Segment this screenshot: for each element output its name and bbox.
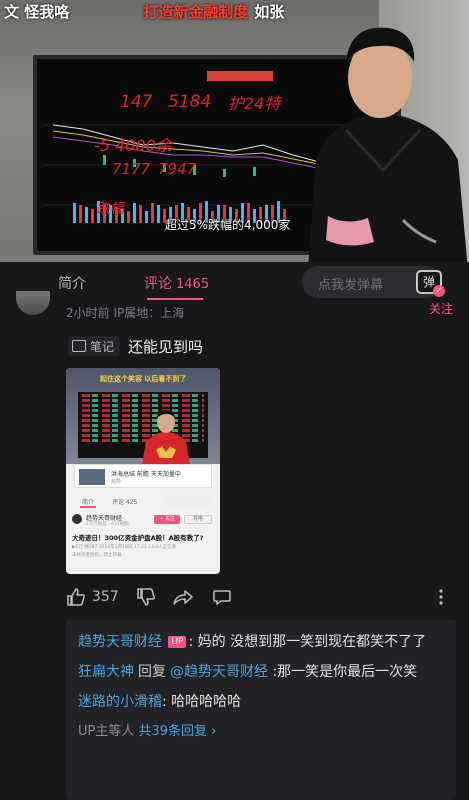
reply-username[interactable]: 趋势天哥财经: [78, 634, 162, 650]
monitor-titlebar: [207, 71, 273, 81]
reply-text: : 妈的 没想到那一笑到现在都笑不了了: [188, 634, 427, 650]
view-more-replies[interactable]: UP主等人 共39条回复 ›: [78, 720, 444, 739]
danmu-toggle-button[interactable]: 弹 ✓: [416, 270, 445, 297]
video-subtitle: 超过5%跌幅的4,000家: [165, 218, 291, 232]
note-tag[interactable]: 笔记: [68, 336, 121, 356]
overlay-title: 打造新金融制度: [143, 2, 249, 21]
reply-username[interactable]: 狂扁大神: [78, 664, 134, 680]
comment-text: 还能见到吗: [128, 338, 204, 356]
like-button[interactable]: 357: [66, 586, 119, 608]
active-tab-indicator: [147, 298, 203, 300]
handwriting-4: -5 4000余: [94, 136, 172, 155]
note-icon: [72, 340, 86, 352]
tab-comments[interactable]: 评论 1465: [144, 273, 209, 293]
reply-text: : 哈哈哈哈哈: [162, 694, 242, 710]
reply-text: :那一笑是你最后一次笑: [268, 664, 418, 680]
reply-button[interactable]: [212, 586, 232, 608]
handwriting-5: 7177: [112, 160, 151, 178]
chevron-right-icon: ›: [211, 724, 217, 739]
up-badge: UP: [168, 636, 187, 648]
check-icon: ✓: [433, 285, 445, 297]
note-tag-label: 笔记: [90, 339, 115, 354]
thumb-card-title: 洪海总结 前瞻 天天加量中: [111, 471, 181, 478]
reply-item[interactable]: 迷路的小滑稽: 哈哈哈哈哈: [78, 690, 444, 714]
overlay-right-text: 如张: [254, 2, 285, 21]
video-top-overlay: 文 怪我咯 打造新金融制度 如张: [0, 0, 469, 22]
reply-username[interactable]: 迷路的小滑稽: [78, 694, 162, 710]
thumb-tab-comments: 评论 425: [112, 499, 138, 506]
tab-intro[interactable]: 简介: [58, 273, 86, 293]
handwriting-1: 147: [120, 92, 153, 112]
reply-item[interactable]: 狂扁大神 回复 @趋势天哥财经 :那一笑是你最后一次笑: [78, 660, 444, 684]
thumb-caption: 起住这个笑容 以后看不到了: [100, 375, 187, 383]
thumb-card-sub: 趋势: [111, 479, 122, 485]
share-icon: [173, 590, 193, 605]
thumb-charge: 充电: [184, 515, 212, 524]
share-button[interactable]: [172, 586, 194, 608]
thumbs-up-icon: [67, 588, 85, 606]
thumb-fans: 1万万粉丝 · 437视频: [86, 522, 129, 527]
thumb-user-avatar: [72, 514, 82, 524]
reply-word: 回复: [138, 664, 166, 680]
comment-actions: 357: [66, 586, 456, 608]
thumb-stats-note: 未经作者授权，禁止转载: [72, 553, 122, 558]
handwriting-6: 7947: [158, 160, 197, 178]
more-options-button[interactable]: [438, 586, 444, 608]
thumb-danmu-pill: [164, 495, 212, 506]
like-count: 357: [92, 589, 119, 605]
thumb-card-image: [79, 469, 105, 485]
thumb-presenter: [142, 409, 190, 464]
follow-button[interactable]: 关注: [429, 300, 453, 317]
thumb-video-title: 大奇迹日！300亿资金护盘A股！A股有救了?: [72, 534, 204, 542]
dislike-button[interactable]: [136, 586, 156, 608]
thumb-follow: + 关注: [154, 515, 180, 524]
more-vertical-icon: [439, 589, 443, 605]
thumb-info-card: 洪海总结 前瞻 天天加量中 趋势: [74, 464, 212, 488]
overlay-left-text: 文 怪我咯: [4, 2, 70, 21]
reply-item[interactable]: 趋势天哥财经 UP: 妈的 没想到那一笑到现在都笑不了了: [78, 630, 444, 654]
commenter-avatar[interactable]: [16, 291, 50, 315]
handwriting-2: 5184: [168, 92, 212, 112]
thumb-stats: ▶6万 弹287 2024年1月18日 17:23 13.4人正在看: [72, 545, 177, 550]
thumb-video-frame: 起住这个笑容 以后看不到了: [66, 368, 220, 464]
comment-image[interactable]: 起住这个笑容 以后看不到了 洪海总结 前瞻 天天加量中 趋势 简介 评论 425…: [66, 368, 220, 574]
tab-comments-label: 评论: [144, 276, 172, 292]
replies-box: 趋势天哥财经 UP: 妈的 没想到那一笑到现在都笑不了了 狂扁大神 回复 @趋势天哥…: [66, 620, 456, 800]
thumb-tab-intro: 简介: [82, 499, 95, 506]
comment-meta: 2小时前 IP属地：上海: [66, 306, 185, 320]
comment-bubble-icon: [213, 590, 231, 605]
tab-comments-count: 1465: [176, 277, 210, 292]
handwriting-7: 跌幅: [96, 201, 124, 217]
thumbs-down-icon: [137, 588, 155, 606]
thumb-tab-underline: [80, 506, 96, 508]
handwriting-3: 护24特: [228, 94, 281, 113]
more-prefix: UP主等人: [78, 724, 135, 739]
presenter-figure: [308, 27, 468, 262]
video-player[interactable]: 147 5184 护24特 -5 4000余 7177 7947 跌幅 文 怪我…: [0, 0, 469, 262]
more-count: 共39条回复: [138, 724, 208, 739]
reply-mention[interactable]: @趋势天哥财经: [170, 664, 268, 680]
